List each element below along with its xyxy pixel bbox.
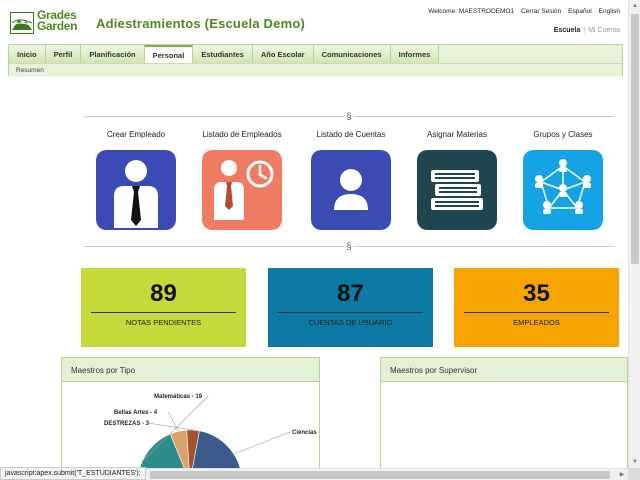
shortcut-label: Listado de Cuentas [316, 130, 386, 139]
shortcut-listado-cuentas[interactable]: Listado de Cuentas [303, 130, 399, 244]
page-viewport: Grades Garden Adiestramientos (Escuela D… [0, 0, 628, 468]
stat-rule [91, 312, 236, 313]
sub-navigation: Resumen [9, 63, 622, 77]
pie-slice-label: Matemáticas - 19 [154, 394, 203, 400]
logo-text: Grades Garden [37, 9, 78, 33]
panel-maestros-por-tipo: Maestros por Tipo Matemáticas - 19 Bellas… [61, 357, 320, 468]
tab-estudiantes[interactable]: Estudiantes [193, 45, 253, 63]
pie-label-connector [233, 431, 291, 455]
shortcut-label: Crear Empleado [106, 130, 166, 139]
section-mark-bottom: § [344, 241, 354, 251]
stat-rule [464, 312, 609, 313]
tab-planificacion[interactable]: Planificación [81, 45, 145, 63]
stat-label: NOTAS PENDIENTES [125, 318, 202, 327]
shortcut-asignar-materias[interactable]: Asignar Materias [409, 130, 505, 244]
nav-tabs: Inicio Perfil Planificación Personal Est… [9, 45, 440, 63]
language-english-link[interactable]: English [599, 8, 620, 15]
pie-slice-label: Bellas Artes - 4 [114, 410, 158, 416]
tab-inicio[interactable]: Inicio [9, 45, 46, 63]
employee-clock-icon[interactable] [202, 150, 282, 230]
shortcut-label: Grupos y Clases [533, 130, 593, 139]
stat-value: 89 [150, 280, 177, 307]
pie-label-connector [148, 422, 194, 431]
stat-notas-pendientes[interactable]: 89 NOTAS PENDIENTES [81, 268, 246, 347]
pie-label-connector [168, 411, 179, 432]
pie-slice-label: DESTREZAS - 3 [104, 421, 150, 427]
shortcut-label: Listado de Empleados [202, 130, 282, 139]
context-separator: | [583, 27, 586, 34]
panel-title: Maestros por Supervisor [381, 358, 627, 382]
group-network-icon[interactable] [523, 150, 603, 230]
shortcut-crear-empleado[interactable]: Crear Empleado [88, 130, 184, 244]
stat-value: 87 [337, 280, 364, 307]
tab-informes[interactable]: Informes [390, 45, 440, 63]
stat-empleados[interactable]: 35 EMPLEADOS [454, 268, 619, 347]
vertical-scrollbar[interactable]: ▲ ▼ [628, 0, 640, 468]
panel-maestros-por-supervisor: Maestros por Supervisor [380, 357, 628, 468]
logout-link[interactable]: Cerrar Sesión [521, 8, 561, 15]
shortcut-listado-empleados[interactable]: Listado de Empleados [194, 130, 290, 244]
status-bar-url: javascript:apex.submit('T_ESTUDIANTES'); [0, 467, 146, 480]
stat-label: EMPLEADOS [513, 318, 560, 327]
shortcut-grupos-clases[interactable]: Grupos y Clases [515, 130, 611, 244]
grades-garden-logo[interactable]: Grades Garden [10, 9, 90, 35]
context-school-link[interactable]: Escuela [554, 27, 580, 34]
scrollbar-corner [628, 468, 640, 480]
stat-cuentas-usuario[interactable]: 87 CUENTAS DE USUARIO [268, 268, 433, 347]
scroll-right-icon[interactable]: ▶ [616, 469, 628, 480]
section-mark-top: § [344, 111, 354, 121]
logo-mark-icon [10, 12, 34, 34]
employee-icon[interactable] [96, 150, 176, 230]
subnav-resumen[interactable]: Resumen [16, 67, 44, 74]
tab-personal[interactable]: Personal [144, 45, 194, 63]
main-navigation: Inicio Perfil Planificación Personal Est… [8, 44, 623, 77]
stat-label: CUENTAS DE USUARIO [308, 318, 393, 327]
scroll-up-icon[interactable]: ▲ [629, 0, 640, 12]
stat-value: 35 [523, 280, 550, 307]
logo-line-2: Garden [37, 19, 78, 33]
pie-slice-label: Ciencias - 20 [292, 430, 319, 436]
panel-title: Maestros por Tipo [62, 358, 319, 382]
books-icon[interactable] [417, 150, 497, 230]
shortcut-label: Asignar Materias [426, 130, 488, 139]
vertical-scroll-thumb[interactable] [631, 14, 639, 264]
tab-perfil[interactable]: Perfil [45, 45, 82, 63]
welcome-text: Welcome: MAESTRODEMO1 [428, 8, 515, 15]
stat-rule [278, 312, 423, 313]
scroll-down-icon[interactable]: ▼ [629, 456, 640, 468]
teachers-by-type-pie-chart: Matemáticas - 19 Bellas Artes - 4 DESTREZA… [104, 394, 319, 468]
app-title: Adiestramientos (Escuela Demo) [96, 16, 306, 31]
tab-comunicaciones[interactable]: Comunicaciones [313, 45, 391, 63]
language-spanish-link[interactable]: Español [568, 8, 592, 15]
top-links: Welcome: MAESTRODEMO1 Cerrar Sesión Espa… [428, 8, 620, 15]
context-switcher: Escuela | Mi Cuenta [554, 27, 620, 34]
horizontal-scroll-thumb[interactable] [150, 471, 610, 479]
tab-ano-escolar[interactable]: Año Escolar [252, 45, 314, 63]
context-my-account-link[interactable]: Mi Cuenta [588, 27, 620, 34]
user-account-icon[interactable] [311, 150, 391, 230]
